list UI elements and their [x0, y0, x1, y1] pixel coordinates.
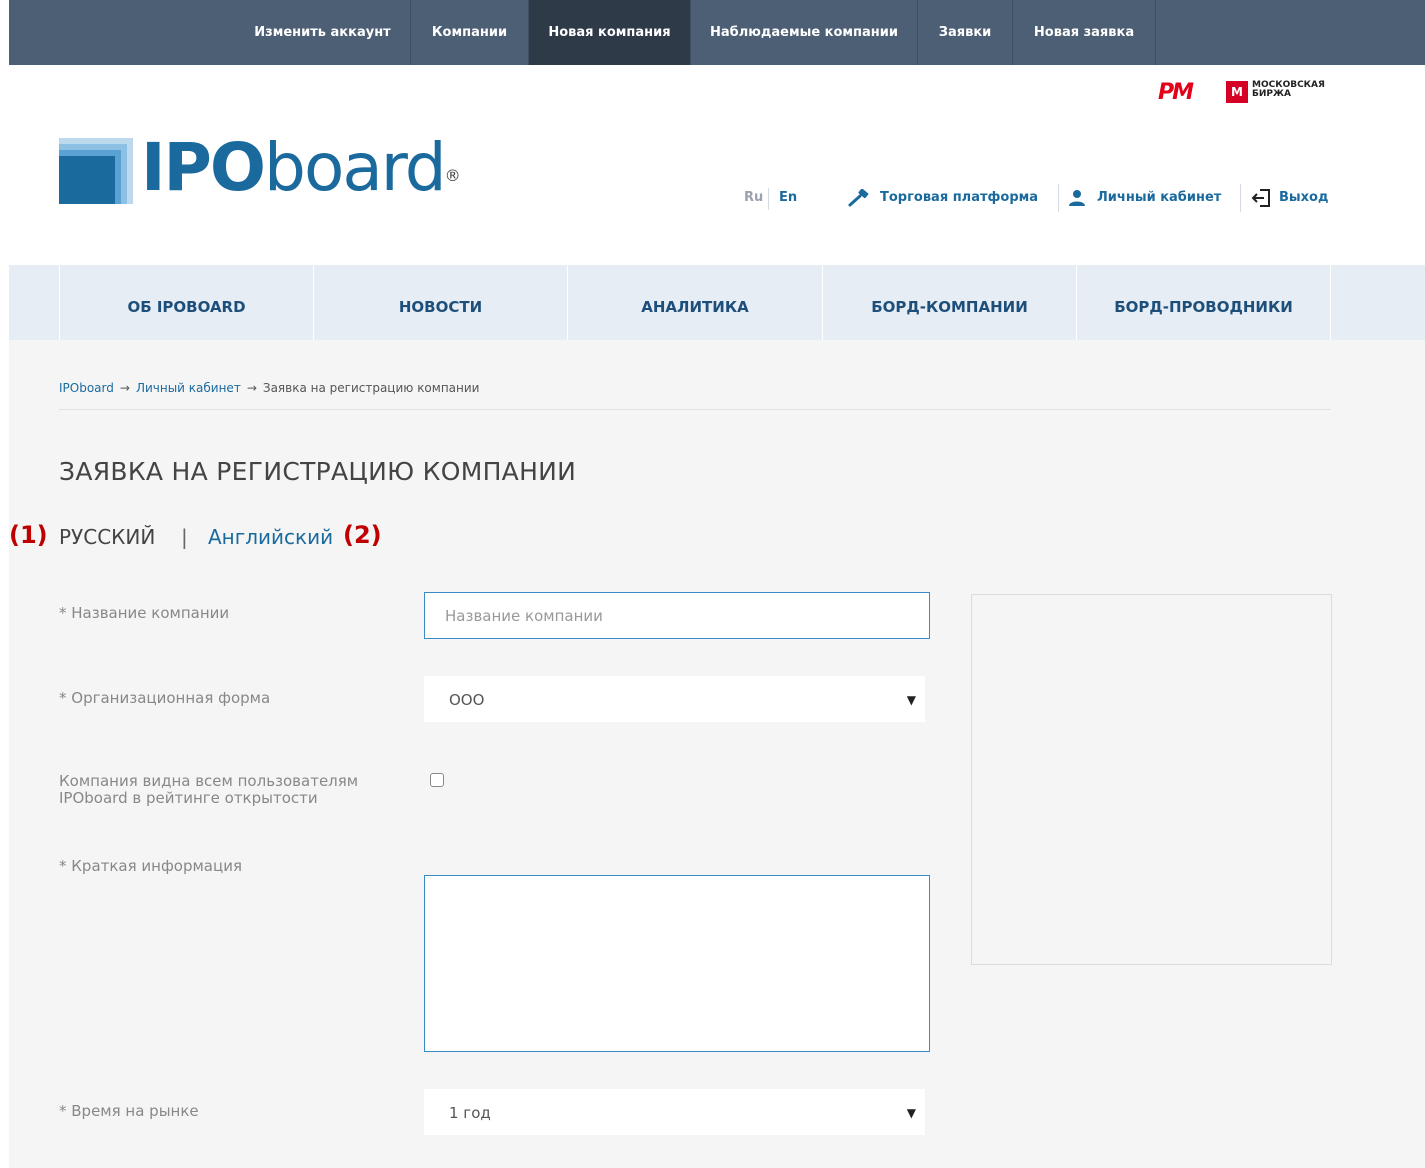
breadcrumb: IPOboard → Личный кабинет → Заявка на регист… — [59, 381, 479, 395]
breadcrumb-arrow: → — [246, 381, 257, 395]
admin-item-new-company[interactable]: Новая компания — [529, 0, 691, 65]
breadcrumb-current: Заявка на регистрацию компании — [262, 381, 480, 395]
personal-account-link[interactable]: Личный кабинет — [1097, 190, 1221, 205]
chevron-down-icon: ▼ — [906, 693, 916, 707]
breadcrumb-divider — [59, 409, 1331, 410]
company-name-label: * Название компании — [59, 604, 230, 622]
logout-link[interactable]: Выход — [1279, 190, 1328, 205]
logo-upload-panel[interactable] — [971, 594, 1332, 965]
admin-item-new-application[interactable]: Новая заявка — [1013, 0, 1156, 65]
nav-item-about[interactable]: ОБ IPOBOARD — [59, 265, 313, 340]
lang-en-link[interactable]: En — [779, 190, 797, 205]
breadcrumb-account-link[interactable]: Личный кабинет — [136, 381, 241, 395]
lang-divider — [768, 188, 769, 210]
logout-icon[interactable] — [1251, 188, 1271, 208]
company-name-input[interactable] — [424, 592, 930, 639]
moex-logo-text[interactable]: МОСКОВСКАЯ БИРЖА — [1252, 81, 1325, 99]
short-info-textarea[interactable] — [424, 875, 930, 1052]
admin-item-companies[interactable]: Компании — [411, 0, 529, 65]
org-form-select[interactable]: ООО ▼ — [424, 676, 925, 722]
moex-logo-icon[interactable]: M — [1226, 81, 1248, 103]
org-form-value: ООО — [449, 691, 485, 709]
header-divider — [1240, 184, 1241, 212]
gavel-icon[interactable] — [848, 189, 870, 207]
main-navigation: ОБ IPOBOARD НОВОСТИ АНАЛИТИКА БОРД-КОМПА… — [9, 265, 1425, 340]
user-icon[interactable] — [1068, 189, 1086, 207]
header-divider — [1058, 184, 1059, 212]
nav-item-board-guides[interactable]: БОРД-ПРОВОДНИКИ — [1076, 265, 1330, 340]
logo-wordmark: IPOboard® — [141, 129, 461, 206]
market-time-select[interactable]: 1 год ▼ — [424, 1089, 925, 1135]
tab-english[interactable]: Английский — [208, 525, 333, 549]
short-info-label: * Краткая информация — [59, 857, 242, 875]
breadcrumb-home-link[interactable]: IPOboard — [59, 381, 114, 395]
trading-platform-link[interactable]: Торговая платформа — [880, 190, 1038, 205]
visibility-checkbox[interactable] — [430, 773, 444, 787]
tab-separator: | — [181, 525, 188, 549]
nav-item-news[interactable]: НОВОСТИ — [313, 265, 567, 340]
admin-item-applications[interactable]: Заявки — [918, 0, 1013, 65]
nav-divider — [1330, 265, 1331, 340]
admin-item-edit-account[interactable]: Изменить аккаунт — [235, 0, 411, 65]
market-time-label: * Время на рынке — [59, 1102, 199, 1120]
admin-item-watched-companies[interactable]: Наблюдаемые компании — [691, 0, 918, 65]
lang-ru-link[interactable]: Ru — [744, 190, 763, 205]
page-title: ЗАЯВКА НА РЕГИСТРАЦИЮ КОМПАНИИ — [59, 457, 577, 486]
annotation-marker-2: (2) — [343, 521, 382, 549]
chevron-down-icon: ▼ — [906, 1106, 916, 1120]
nav-item-board-companies[interactable]: БОРД-КОМПАНИИ — [822, 265, 1076, 340]
market-time-value: 1 год — [449, 1104, 491, 1122]
visibility-label: Компания видна всем пользователям IPOboa… — [59, 772, 359, 807]
logo-squares-icon — [59, 138, 133, 204]
breadcrumb-arrow: → — [119, 381, 130, 395]
tab-russian[interactable]: РУССКИЙ — [59, 525, 155, 549]
annotation-marker-1: (1) — [9, 521, 48, 549]
org-form-label: * Организационная форма — [59, 689, 271, 707]
nav-item-analytics[interactable]: АНАЛИТИКА — [567, 265, 822, 340]
site-logo[interactable]: IPOboard® — [59, 128, 461, 213]
admin-toolbar: Изменить аккаунт Компании Новая компания… — [9, 0, 1425, 65]
pm-logo[interactable]: PM — [1158, 80, 1194, 105]
